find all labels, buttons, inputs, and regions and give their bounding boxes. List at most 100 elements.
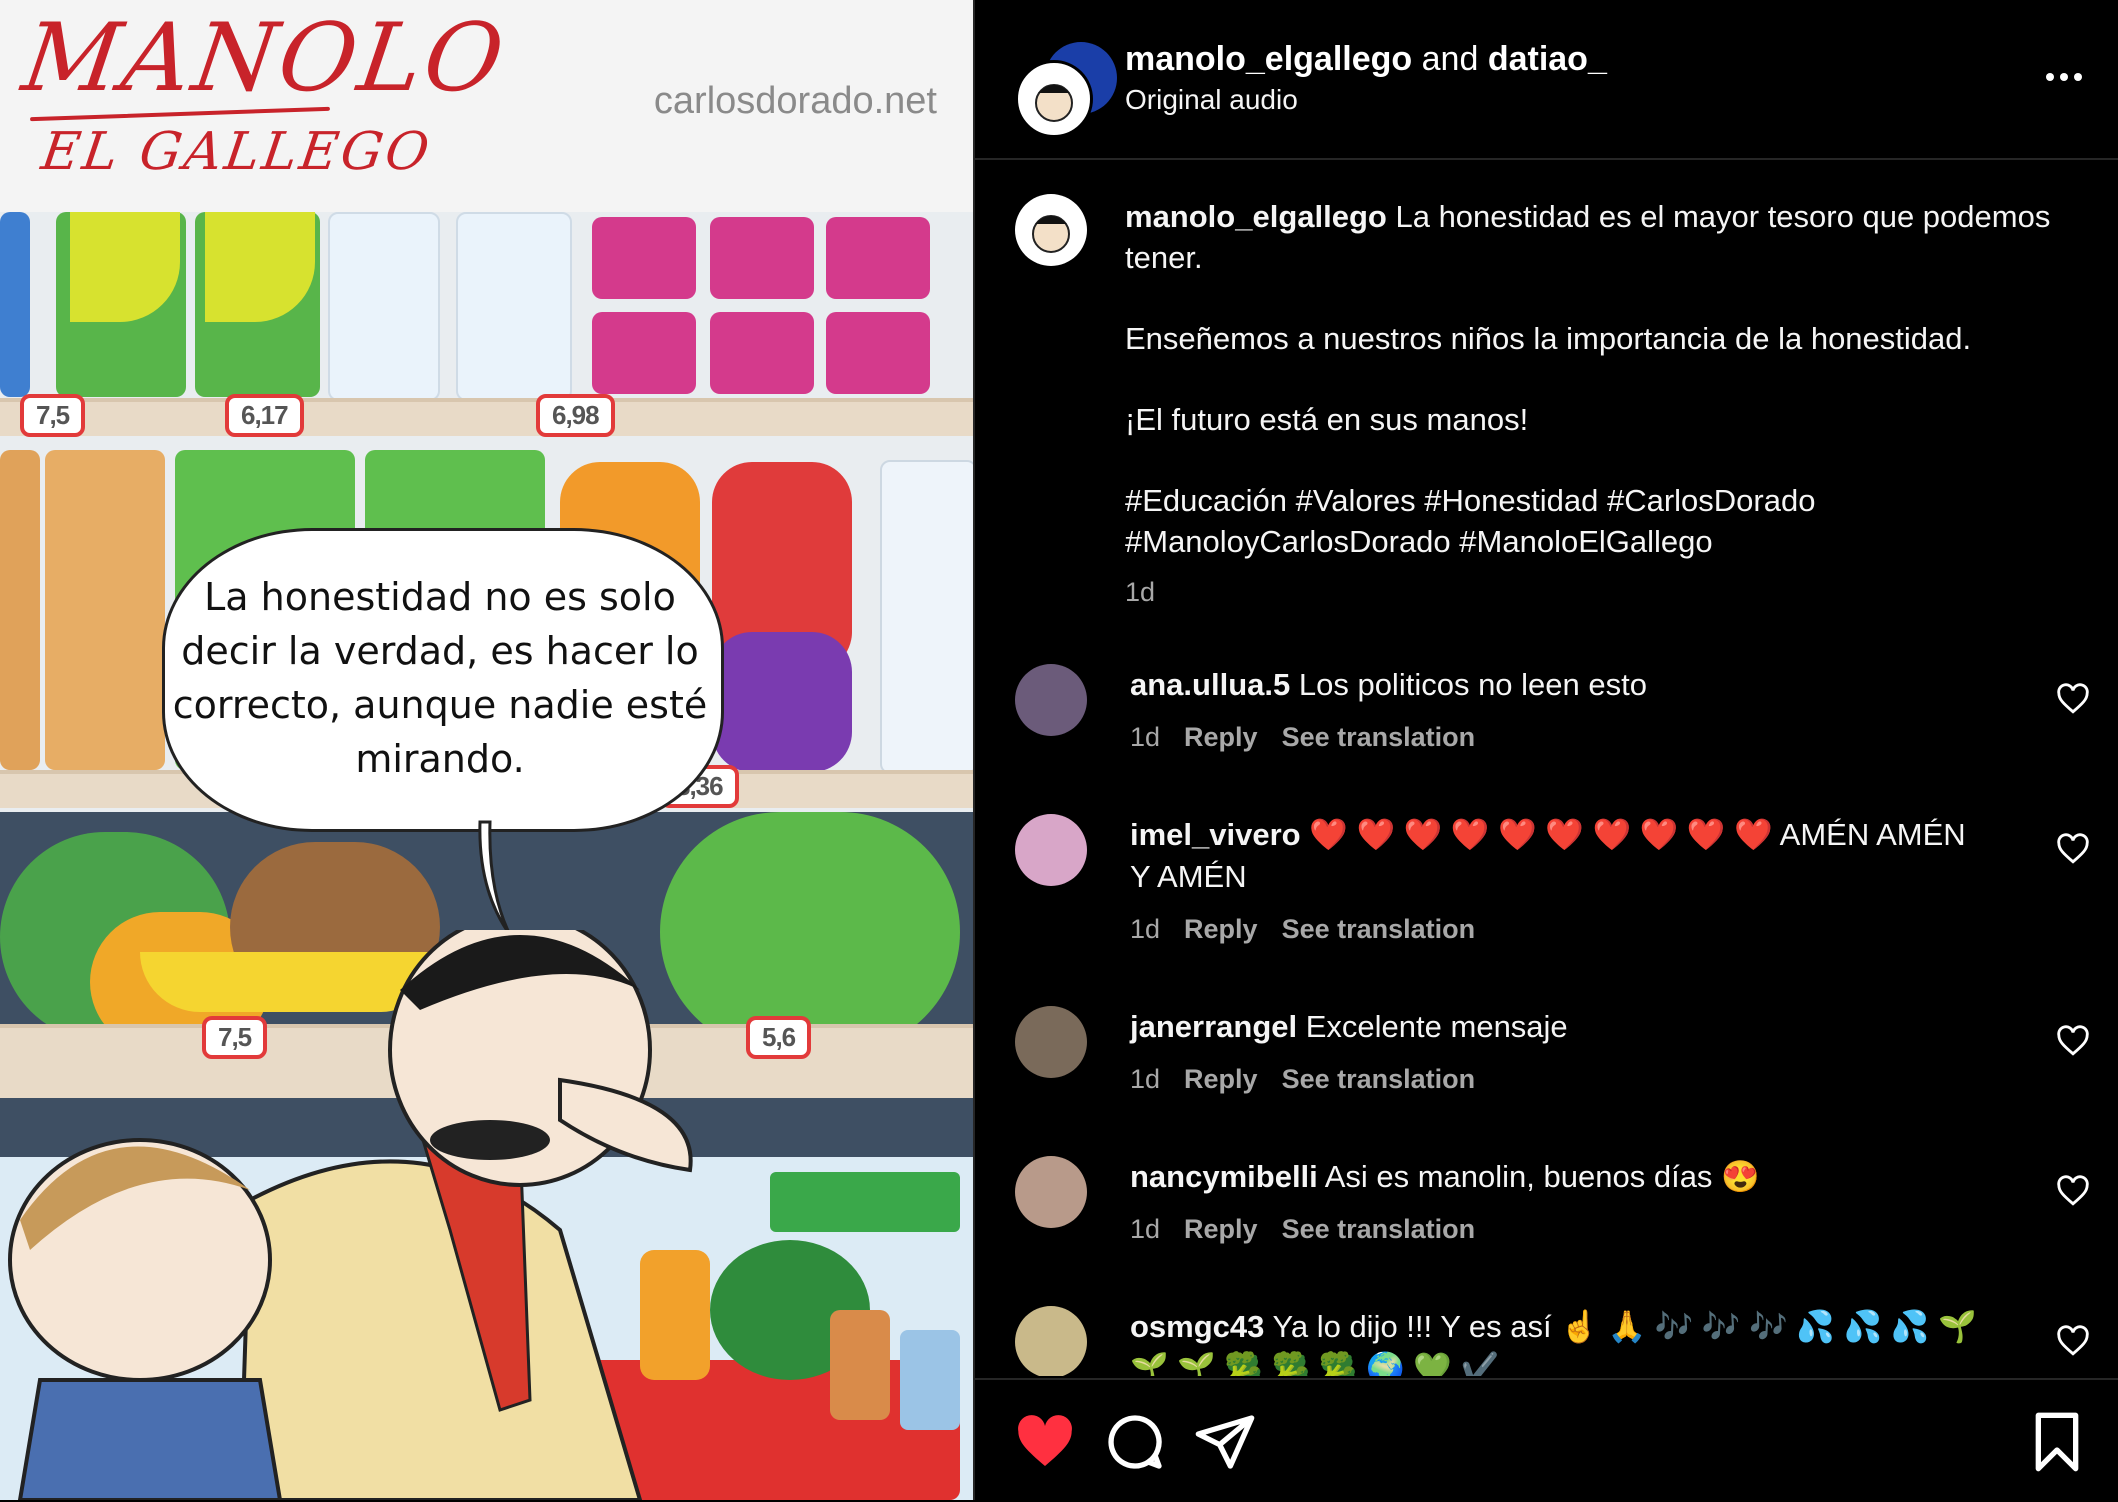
product-tin [710,312,814,394]
collab-username[interactable]: datiao_ [1488,40,1607,78]
comic-site-url: carlosdorado.net [653,80,937,122]
like-comment-heart-icon[interactable] [2056,1174,2090,1208]
see-translation-button[interactable]: See translation [1282,1214,1476,1244]
product-tin [592,312,696,394]
comment-time: 1d [1130,722,1161,752]
product-box [45,450,165,770]
cart-bottle2 [830,1310,890,1420]
price-tag: 6,17 [225,394,304,437]
see-translation-button[interactable]: See translation [1282,914,1476,944]
commenter-username[interactable]: nancymibelli [1130,1159,1318,1194]
commenter-username[interactable]: janerrangel [1130,1009,1297,1044]
reply-button[interactable]: Reply [1184,722,1258,752]
commenter-avatar[interactable] [1015,1006,1087,1078]
heart-filled-icon[interactable] [1013,1410,1077,1474]
like-comment-heart-icon[interactable] [2056,1324,2090,1358]
commenter-avatar[interactable] [1015,1156,1087,1228]
product-tin [710,217,814,299]
comment-item: osmgc43 Ya lo dijo !!! Y es así ☝️ 🙏 🎶 🎶… [975,1306,2118,1376]
post-header: manolo_elgallego and datiao_ Original au… [975,0,2118,160]
post-side-panel: manolo_elgallego and datiao_ Original au… [973,0,2118,1502]
commenter-avatar[interactable] [1015,664,1087,736]
reply-button[interactable]: Reply [1184,914,1258,944]
commenter-username[interactable]: ana.ullua.5 [1130,667,1290,702]
comment-meta: 1d Reply See translation [1130,1064,1499,1095]
post-media-comic[interactable]: MANOLO EL GALLEGO carlosdorado.net 7,5 6… [0,0,973,1500]
comment-text: osmgc43 Ya lo dijo !!! Y es así ☝️ 🙏 🎶 🎶… [1130,1306,1990,1376]
comment-meta: 1d Reply See translation [1130,1214,1499,1245]
comment-time: 1d [1130,914,1161,944]
more-options-button[interactable] [2044,60,2084,83]
price-tag: 6,98 [536,394,615,437]
caption-time: 1d [1125,577,1156,607]
shelf-plank [0,398,973,436]
cart-carton [900,1330,960,1430]
product-box [328,212,440,401]
product-tin [826,312,930,394]
product-tin [826,217,930,299]
caption-line: ¡El futuro está en sus manos! [1125,402,1529,437]
reply-button[interactable]: Reply [1184,1214,1258,1244]
see-translation-button[interactable]: See translation [1282,1064,1476,1094]
comic-logo-main: MANOLO [16,4,513,113]
characters-illustration [8,930,960,1500]
product-bottle [880,460,973,774]
comment-meta: 1d Reply See translation [1130,722,1499,753]
post-header-title: manolo_elgallego and datiao_ [1125,40,1607,79]
man-smile [430,1120,550,1160]
speech-bubble-text: La honestidad no es solo decir la verdad… [170,570,710,786]
comment-body: Excelente mensaje [1305,1009,1568,1044]
reply-button[interactable]: Reply [1184,1064,1258,1094]
comment-time: 1d [1130,1214,1161,1244]
caption-hashtags[interactable]: #Educación #Valores #Honestidad #CarlosD… [1125,480,2065,562]
audio-label[interactable]: Original audio [1125,84,1298,116]
caption-author-avatar[interactable] [1015,194,1087,266]
comment-body: Los politicos no leen esto [1298,667,1647,702]
boy-overalls [17,1378,283,1500]
product-tin [592,217,696,299]
post-caption: manolo_elgallego La honestidad es el may… [1125,196,2065,613]
comment-text: imel_vivero ❤️ ❤️ ❤️ ❤️ ❤️ ❤️ ❤️ ❤️ ❤️ ❤… [1130,814,1990,898]
caption-line: Enseñemos a nuestros niños la importanci… [1125,321,1972,356]
product-box [0,450,40,770]
like-comment-heart-icon[interactable] [2056,682,2090,716]
comment-body: Asi es manolin, buenos días 😍 [1324,1159,1760,1194]
comment-text: ana.ullua.5 Los politicos no leen esto [1130,664,1990,706]
like-comment-heart-icon[interactable] [2056,1024,2090,1058]
product-jar [712,632,852,772]
product-box [0,212,30,397]
like-comment-heart-icon[interactable] [2056,832,2090,866]
caption-username[interactable]: manolo_elgallego [1125,199,1387,234]
comment-icon[interactable] [1103,1410,1167,1474]
comic-header: MANOLO EL GALLEGO carlosdorado.net [0,0,973,212]
comment-meta: 1d Reply See translation [1130,914,1499,945]
more-horizontal-icon [2046,73,2082,81]
bubble-line: correcto, aunque nadie esté [172,683,708,727]
bubble-line: decir la verdad, es hacer lo [181,629,699,673]
comic-logo-sub: EL GALLEGO [37,122,436,182]
bubble-line: La honestidad no es solo [204,575,676,619]
comment-text: nancymibelli Asi es manolin, buenos días… [1130,1156,1990,1198]
comment-text: janerrangel Excelente mensaje [1130,1006,1990,1048]
price-tag: 7,5 [20,394,86,437]
collab-and: and [1421,40,1479,78]
avatar-cartoon-icon [1032,215,1070,253]
author-username[interactable]: manolo_elgallego [1125,40,1412,78]
see-translation-button[interactable]: See translation [1282,722,1476,752]
send-icon[interactable] [1193,1410,1257,1474]
commenter-username[interactable]: osmgc43 [1130,1309,1264,1344]
speech-bubble-tail [478,820,512,936]
man-shirt [237,1159,643,1500]
commenter-username[interactable]: imel_vivero [1130,817,1301,852]
bookmark-icon[interactable] [2025,1410,2089,1474]
instagram-post-view: MANOLO EL GALLEGO carlosdorado.net 7,5 6… [0,0,2118,1502]
product-box [456,212,572,401]
post-action-bar [975,1378,2118,1502]
commenter-avatar[interactable] [1015,814,1087,886]
comment-time: 1d [1130,1064,1161,1094]
avatar-cartoon-icon [1035,84,1073,122]
cart-bottle [640,1250,710,1380]
author-avatar[interactable] [1015,60,1093,138]
commenter-avatar[interactable] [1015,1306,1087,1376]
bubble-line: mirando. [355,737,525,781]
